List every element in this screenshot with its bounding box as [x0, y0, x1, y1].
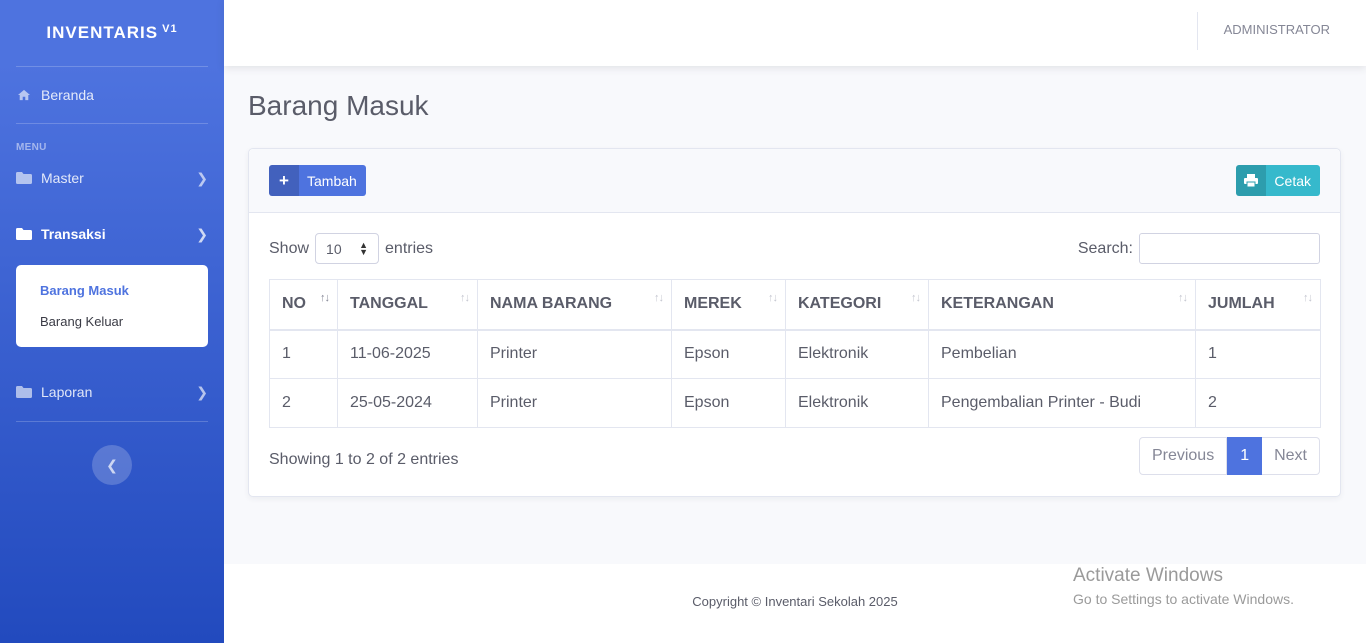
sidebar-item-label: Beranda — [41, 87, 94, 103]
sort-icon: ↑↓ — [768, 292, 778, 304]
print-button[interactable]: Cetak — [1236, 165, 1320, 196]
page-1-button[interactable]: 1 — [1227, 437, 1263, 475]
chevron-left-icon: ❮ — [106, 456, 118, 473]
column-header-jumlah[interactable]: JUMLAH ↑↓ — [1195, 279, 1321, 331]
sort-icon: ↑↓ — [320, 292, 330, 304]
sidebar-toggle-button[interactable]: ❮ — [92, 445, 132, 485]
submenu-item-barang-keluar[interactable]: Barang Keluar — [16, 306, 208, 337]
sidebar-item-laporan[interactable]: Laporan ❯ — [0, 367, 224, 417]
plus-icon: + — [269, 165, 299, 196]
page-title: Barang Masuk — [248, 90, 429, 121]
sort-icon: ↑↓ — [1178, 292, 1188, 304]
user-menu[interactable]: ADMINISTRATOR — [1224, 22, 1330, 37]
activation-watermark: Activate Windows Go to Settings to activ… — [1073, 565, 1294, 607]
table-controls: Show 10 ▲ ▼ entries Search: — [269, 233, 1320, 265]
search-input[interactable] — [1139, 233, 1320, 264]
next-page-button[interactable]: Next — [1262, 437, 1320, 475]
chevron-right-icon: ❯ — [196, 169, 208, 186]
sidebar-item-master[interactable]: Master ❯ — [0, 153, 224, 203]
table-header-row: NO ↑↓ TANGGAL ↑↓ NAMA BARANG ↑↓ MEREK ↑↓ KAT… — [269, 279, 1321, 331]
pagination: Previous 1 Next — [1138, 437, 1320, 475]
table-cell: 1 — [1195, 329, 1321, 379]
sidebar-item-beranda[interactable]: Beranda — [0, 67, 224, 123]
sidebar-item-label: Master — [41, 170, 84, 186]
column-header-tanggal[interactable]: TANGGAL ↑↓ — [337, 279, 478, 331]
table-cell: Elektronik — [785, 329, 929, 379]
table-info: Showing 1 to 2 of 2 entries — [269, 451, 459, 468]
table-row: 1 11-06-2025 Printer Epson Elektronik Pe… — [269, 329, 1321, 379]
folder-icon — [16, 386, 32, 398]
card-header: + Tambah Cetak — [249, 149, 1340, 213]
topbar-divider — [1197, 12, 1198, 50]
sort-icon: ↑↓ — [460, 292, 470, 304]
column-header-kategori[interactable]: KATEGORI ↑↓ — [785, 279, 929, 331]
sort-arrows-icon: ▲ ▼ — [359, 239, 369, 257]
watermark-subtitle: Go to Settings to activate Windows. — [1073, 591, 1294, 607]
folder-icon — [16, 172, 32, 184]
table-cell: 2 — [1195, 378, 1321, 428]
entries-label: entries — [385, 239, 434, 257]
sidebar: INVENTARIS V1 Beranda MENU Master ❯ Trans… — [0, 0, 224, 643]
watermark-title: Activate Windows — [1073, 565, 1223, 586]
entries-select-value: 10 — [326, 240, 342, 257]
sort-icon: ↑↓ — [654, 292, 664, 304]
search-control: Search: — [1078, 233, 1320, 264]
brand-name: INVENTARIS — [46, 23, 159, 42]
table-cell: Printer — [477, 329, 672, 379]
show-label: Show — [269, 239, 310, 257]
add-button[interactable]: + Tambah — [269, 165, 366, 196]
table-row: 2 25-05-2024 Printer Epson Elektronik Pe… — [269, 378, 1321, 428]
entries-select[interactable]: 10 ▲ ▼ — [315, 233, 380, 264]
chevron-right-icon: ❯ — [196, 383, 208, 400]
topbar: ADMINISTRATOR — [224, 0, 1366, 66]
table-cell: 2 — [269, 378, 338, 428]
search-label: Search: — [1077, 239, 1133, 257]
table-cell: Pengembalian Printer - Budi — [928, 378, 1196, 428]
column-header-nama-barang[interactable]: NAMA BARANG ↑↓ — [477, 279, 672, 331]
brand-logo[interactable]: INVENTARIS V1 — [0, 0, 224, 66]
data-card: + Tambah Cetak Show 10 ▲ ▼ entries Search — [248, 148, 1341, 497]
length-control: Show 10 ▲ ▼ entries — [269, 233, 433, 264]
sidebar-item-label: Transaksi — [41, 226, 106, 242]
table-cell: 1 — [269, 329, 338, 379]
folder-icon — [16, 228, 32, 240]
table-cell: 11-06-2025 — [337, 329, 478, 379]
sort-icon: ↑↓ — [911, 292, 921, 304]
table-cell: Printer — [477, 378, 672, 428]
sidebar-divider — [16, 421, 208, 422]
data-table: NO ↑↓ TANGGAL ↑↓ NAMA BARANG ↑↓ MEREK ↑↓ KAT… — [269, 279, 1321, 428]
transaksi-submenu: Barang Masuk Barang Keluar — [16, 265, 208, 347]
sidebar-item-transaksi[interactable]: Transaksi ❯ — [0, 203, 224, 265]
column-header-keterangan[interactable]: KETERANGAN ↑↓ — [928, 279, 1196, 331]
sort-icon: ↑↓ — [1303, 292, 1313, 304]
table-cell: 25-05-2024 — [337, 378, 478, 428]
brand-version: V1 — [162, 23, 178, 35]
chevron-right-icon: ❯ — [196, 225, 208, 242]
column-header-merek[interactable]: MEREK ↑↓ — [671, 279, 786, 331]
sidebar-heading: MENU — [16, 142, 47, 153]
printer-icon — [1236, 165, 1267, 196]
table-cell: Elektronik — [785, 378, 929, 428]
add-button-label: Tambah — [307, 172, 357, 189]
table-cell: Epson — [671, 378, 786, 428]
table-cell: Epson — [671, 329, 786, 379]
table-cell: Pembelian — [928, 329, 1196, 379]
column-header-no[interactable]: NO ↑↓ — [269, 279, 338, 331]
submenu-item-barang-masuk[interactable]: Barang Masuk — [16, 275, 208, 306]
previous-page-button[interactable]: Previous — [1138, 437, 1228, 475]
home-icon — [18, 89, 30, 101]
print-button-label: Cetak — [1274, 172, 1311, 189]
sidebar-item-label: Laporan — [41, 384, 93, 400]
